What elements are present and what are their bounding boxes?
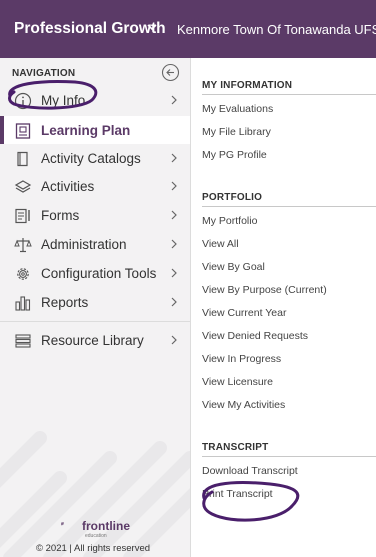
- copyright-text: © 2021 | All rights reserved: [36, 543, 151, 554]
- chevron-down-icon[interactable]: [146, 21, 158, 33]
- sidebar-item-label: Configuration Tools: [41, 266, 157, 281]
- gear-icon: [17, 268, 29, 280]
- section-divider: [202, 94, 376, 95]
- logo-wordmark: frontline: [82, 519, 130, 533]
- link-view-my-activities[interactable]: View My Activities: [202, 399, 285, 411]
- link-view-by-goal[interactable]: View By Goal: [202, 261, 265, 273]
- chevron-right-icon: [171, 95, 177, 105]
- link-view-in-progress[interactable]: View In Progress: [202, 353, 281, 365]
- sidebar: NAVIGATION My Info Learning Plan Activit…: [0, 58, 191, 557]
- sidebar-item-forms[interactable]: Forms: [0, 201, 190, 229]
- link-view-all[interactable]: View All: [202, 238, 239, 250]
- info-circle-icon: [14, 92, 32, 110]
- collapse-sidebar-icon[interactable]: [161, 63, 180, 82]
- sidebar-item-label: Forms: [41, 208, 80, 223]
- chevron-right-icon: [171, 335, 177, 345]
- link-my-file-library[interactable]: My File Library: [202, 126, 271, 138]
- library-icon: [15, 334, 31, 348]
- section-heading-portfolio: PORTFOLIO: [202, 192, 263, 203]
- sidebar-item-activity-catalogs[interactable]: Activity Catalogs: [0, 144, 190, 172]
- sidebar-item-label: My Info: [41, 93, 86, 108]
- sidebar-item-reports[interactable]: Reports: [0, 288, 190, 316]
- chevron-right-icon: [171, 181, 177, 191]
- bar-chart-icon: [15, 296, 31, 311]
- sidebar-item-my-info[interactable]: My Info: [0, 86, 190, 114]
- sidebar-item-label: Activity Catalogs: [41, 151, 141, 166]
- link-view-current-year[interactable]: View Current Year: [202, 307, 286, 319]
- layers-icon: [14, 180, 32, 193]
- sidebar-item-label: Activities: [41, 179, 95, 194]
- section-divider: [202, 456, 376, 457]
- sidebar-item-activities[interactable]: Activities: [0, 172, 190, 200]
- logo-subtitle: education: [85, 533, 107, 539]
- chevron-right-icon: [171, 239, 177, 249]
- link-my-evaluations[interactable]: My Evaluations: [202, 103, 273, 115]
- frontline-logo-icon: [61, 522, 64, 526]
- sidebar-item-label: Administration: [41, 237, 127, 252]
- sidebar-item-label: Reports: [41, 295, 89, 310]
- chevron-right-icon: [171, 210, 177, 220]
- navigation-heading: NAVIGATION: [12, 68, 76, 79]
- form-icon: [15, 208, 30, 224]
- sidebar-divider: [0, 321, 190, 322]
- link-print-transcript[interactable]: Print Transcript: [202, 488, 273, 500]
- my-info-menu: MY INFORMATION My Evaluations My File Li…: [192, 58, 376, 557]
- link-my-pg-profile[interactable]: My PG Profile: [202, 149, 267, 161]
- link-view-licensure[interactable]: View Licensure: [202, 376, 273, 388]
- book-icon: [17, 151, 28, 167]
- sidebar-item-administration[interactable]: Administration: [0, 230, 190, 258]
- scales-icon: [14, 238, 32, 253]
- link-view-by-purpose[interactable]: View By Purpose (Current): [202, 284, 327, 296]
- sidebar-item-label: Resource Library: [41, 333, 144, 348]
- sidebar-item-resource-library[interactable]: Resource Library: [0, 326, 190, 354]
- link-download-transcript[interactable]: Download Transcript: [202, 465, 298, 477]
- chevron-right-icon: [171, 297, 177, 307]
- sidebar-item-learning-plan[interactable]: Learning Plan: [0, 116, 190, 144]
- link-view-denied-requests[interactable]: View Denied Requests: [202, 330, 308, 342]
- chevron-right-icon: [171, 153, 177, 163]
- section-heading-transcript: TRANSCRIPT: [202, 442, 269, 453]
- section-heading-my-information: MY INFORMATION: [202, 80, 293, 91]
- sidebar-item-label: Learning Plan: [41, 123, 131, 138]
- app-switcher[interactable]: Professional Growth: [14, 20, 166, 38]
- sidebar-item-configuration-tools[interactable]: Configuration Tools: [0, 259, 190, 287]
- top-bar: Professional Growth Kenmore Town Of Tona…: [0, 0, 376, 58]
- learning-plan-icon: [15, 123, 31, 139]
- organization-name: Kenmore Town Of Tonawanda UFSD: [177, 22, 376, 37]
- link-my-portfolio[interactable]: My Portfolio: [202, 215, 257, 227]
- chevron-right-icon: [171, 268, 177, 278]
- section-divider: [202, 206, 376, 207]
